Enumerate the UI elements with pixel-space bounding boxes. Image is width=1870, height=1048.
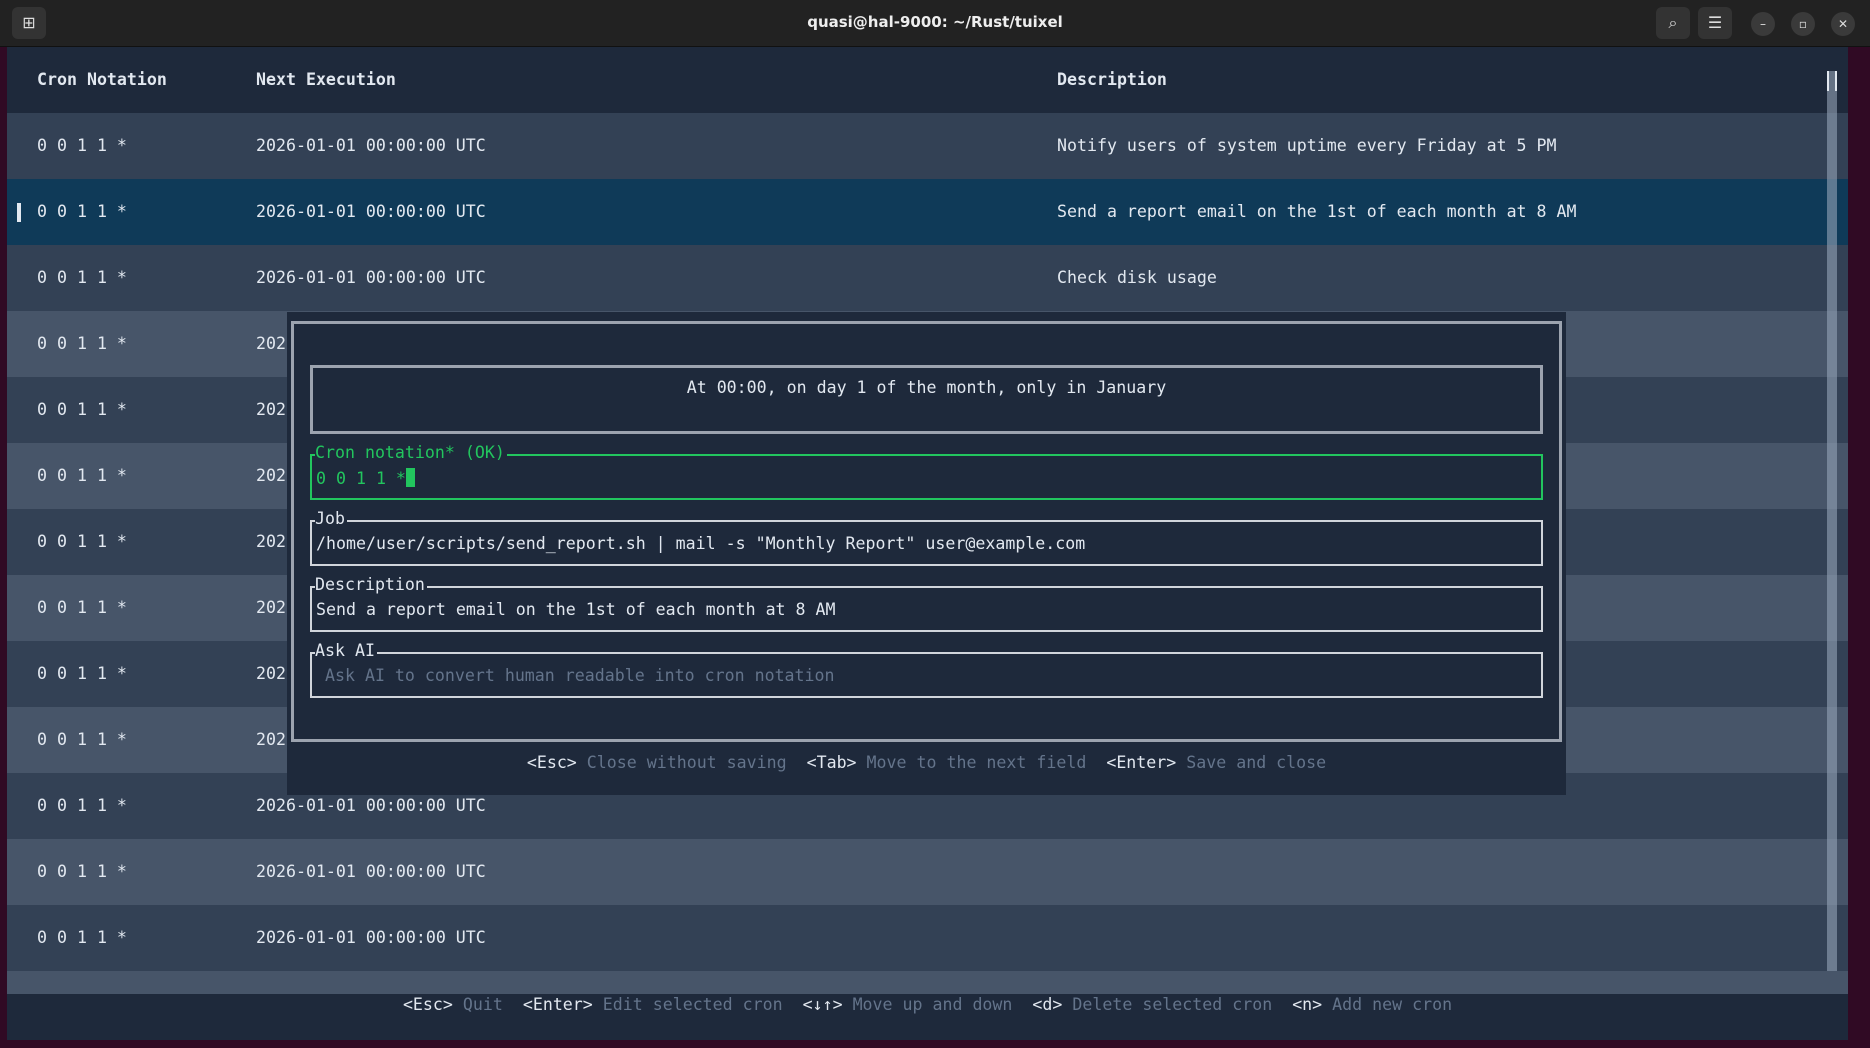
help-key: <↓↑> <box>802 995 843 1014</box>
table-row[interactable]: 0 0 1 1 * 2026-01-01 00:00:00 UTC <box>7 905 1848 971</box>
help-key: <Enter> <box>522 995 593 1014</box>
help-text: Move to the next field <box>866 753 1087 772</box>
ask-ai-field[interactable]: Ask AI Ask AI to convert human readable … <box>310 641 1543 698</box>
help-key: <Enter> <box>1106 753 1177 772</box>
header-description: Description <box>1057 70 1167 89</box>
help-text: Save and close <box>1186 753 1327 772</box>
help-key: <Esc> <box>402 995 453 1014</box>
cell-cron: 0 0 1 1 * <box>37 136 127 155</box>
search-icon[interactable]: ⌕ <box>1656 7 1690 39</box>
cron-notation-field[interactable]: Cron notation* (OK) 0 0 1 1 * <box>310 443 1543 500</box>
cell-description: Notify users of system uptime every Frid… <box>1057 136 1557 155</box>
cell-description: Send a report email on the 1st of each m… <box>1057 202 1577 221</box>
help-text: Add new cron <box>1332 995 1453 1014</box>
cell-cron: 0 0 1 1 * <box>37 334 127 353</box>
cell-description: Check disk usage <box>1057 268 1217 287</box>
job-field[interactable]: Job /home/user/scripts/send_report.sh | … <box>310 509 1543 566</box>
help-key: <Esc> <box>526 753 577 772</box>
cell-cron: 0 0 1 1 * <box>37 532 127 551</box>
cell-next: 202 <box>256 730 286 749</box>
cell-cron: 0 0 1 1 * <box>37 268 127 287</box>
cell-next: 202 <box>256 598 286 617</box>
cell-cron: 0 0 1 1 * <box>37 928 127 947</box>
cell-next: 2026-01-01 00:00:00 UTC <box>256 862 486 881</box>
description-value: Send a report email on the 1st of each m… <box>316 600 836 619</box>
cell-next: 202 <box>256 664 286 683</box>
cell-cron: 0 0 1 1 * <box>37 730 127 749</box>
cell-next: 202 <box>256 334 286 353</box>
cell-cron: 0 0 1 1 * <box>37 202 127 221</box>
job-value: /home/user/scripts/send_report.sh | mail… <box>316 534 1086 553</box>
scrollbar-thumb[interactable] <box>1827 71 1837 91</box>
maximize-icon[interactable]: ▫ <box>1791 12 1815 36</box>
help-key: <Tab> <box>806 753 857 772</box>
ask-ai-placeholder: Ask AI to convert human readable into cr… <box>325 666 835 685</box>
help-key: <d> <box>1032 995 1063 1014</box>
cell-cron: 0 0 1 1 * <box>37 796 127 815</box>
table-row[interactable]: 0 0 1 1 * 2026-01-01 00:00:00 UTC Check di… <box>7 245 1848 311</box>
help-text: Edit selected cron <box>602 995 783 1014</box>
selection-marker <box>17 203 21 222</box>
cell-next: 2026-01-01 00:00:00 UTC <box>256 268 486 287</box>
help-key: <n> <box>1292 995 1323 1014</box>
table-row-partial <box>7 971 1848 994</box>
minimize-icon[interactable]: – <box>1751 12 1775 36</box>
table-row[interactable]: 0 0 1 1 * 2026-01-01 00:00:00 UTC Send a r… <box>7 179 1848 245</box>
description-field[interactable]: Description Send a report email on the 1… <box>310 575 1543 632</box>
description-label: Description <box>315 575 427 595</box>
edit-cron-dialog: At 00:00, on day 1 of the month, only in… <box>287 312 1566 795</box>
cell-cron: 0 0 1 1 * <box>37 664 127 683</box>
cron-notation-value: 0 0 1 1 * <box>316 469 406 488</box>
ask-ai-label: Ask AI <box>315 641 377 661</box>
menu-icon[interactable]: ☰ <box>1698 7 1732 39</box>
help-text: Close without saving <box>586 753 787 772</box>
footer-help: <Esc> Quit <Enter> Edit selected cron <↓… <box>7 994 1848 1040</box>
header-next: Next Execution <box>256 70 396 89</box>
cell-next: 2026-01-01 00:00:00 UTC <box>256 136 486 155</box>
cell-cron: 0 0 1 1 * <box>37 466 127 485</box>
table-header: Cron Notation Next Execution Description <box>7 47 1807 113</box>
help-text: Delete selected cron <box>1072 995 1273 1014</box>
close-icon[interactable]: ✕ <box>1831 12 1855 36</box>
text-cursor <box>405 468 415 487</box>
cell-next: 202 <box>256 532 286 551</box>
cell-cron: 0 0 1 1 * <box>37 400 127 419</box>
cron-summary: At 00:00, on day 1 of the month, only in… <box>310 365 1543 434</box>
scrollbar[interactable] <box>1827 71 1837 971</box>
header-cron: Cron Notation <box>37 70 167 89</box>
table-row[interactable]: 0 0 1 1 * 2026-01-01 00:00:00 UTC Notify u… <box>7 113 1848 179</box>
cell-next: 202 <box>256 466 286 485</box>
cron-notation-label: Cron notation* (OK) <box>315 443 507 463</box>
title-bar: ⊞ quasi@hal-9000: ~/Rust/tuixel ⌕ ☰ – ▫ … <box>0 0 1870 47</box>
cell-next: 2026-01-01 00:00:00 UTC <box>256 202 486 221</box>
table-row[interactable]: 0 0 1 1 * 2026-01-01 00:00:00 UTC <box>7 839 1848 905</box>
cell-next: 202 <box>256 400 286 419</box>
cell-cron: 0 0 1 1 * <box>37 862 127 881</box>
dialog-help: <Esc> Close without saving <Tab> Move to… <box>287 753 1566 772</box>
help-text: Move up and down <box>852 995 1013 1014</box>
window-title: quasi@hal-9000: ~/Rust/tuixel <box>807 13 1063 31</box>
job-label: Job <box>315 509 347 529</box>
help-text: Quit <box>462 995 503 1014</box>
cell-next: 2026-01-01 00:00:00 UTC <box>256 928 486 947</box>
cell-cron: 0 0 1 1 * <box>37 598 127 617</box>
